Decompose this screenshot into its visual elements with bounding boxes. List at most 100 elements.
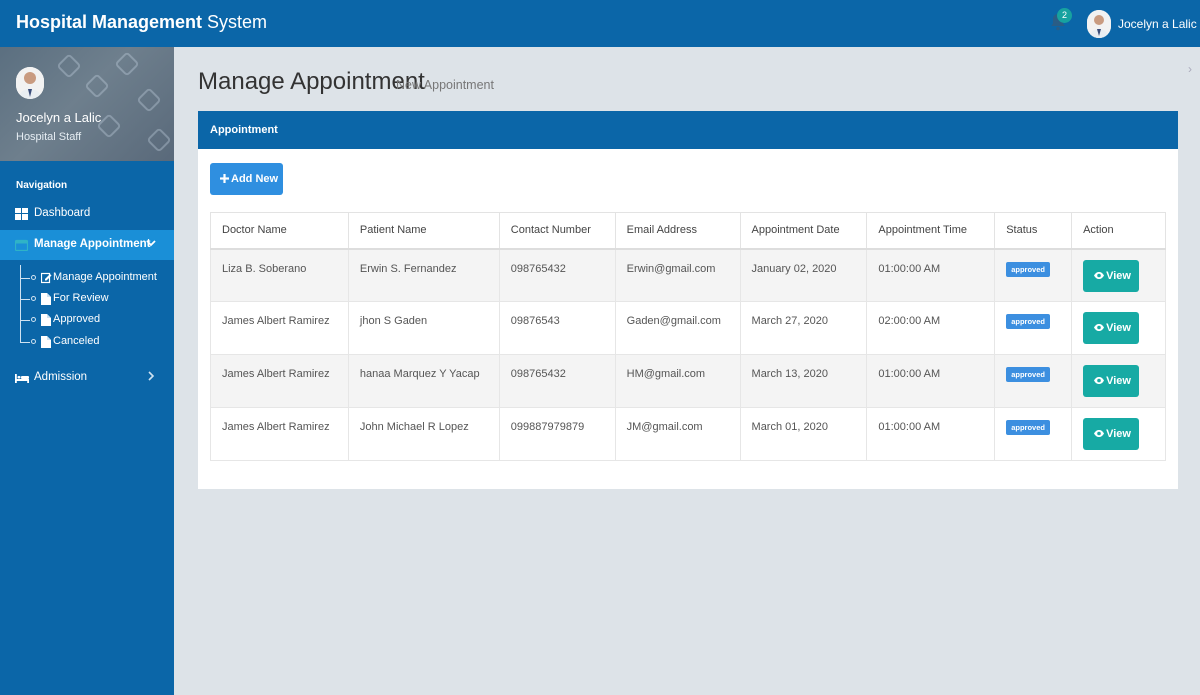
eye-icon — [1094, 323, 1105, 332]
eye-icon — [1094, 271, 1105, 280]
column-header[interactable]: Appointment Time — [866, 212, 996, 250]
collapse-arrow-icon[interactable]: › — [1188, 62, 1192, 76]
email-cell: HM@gmail.com — [614, 354, 741, 408]
panel-header: Appointment — [198, 111, 1178, 149]
sidebar-subitem-for-review[interactable]: For Review — [20, 289, 174, 310]
status-cell: approved — [994, 301, 1073, 355]
status-badge: approved — [1006, 367, 1050, 382]
view-button[interactable]: View — [1083, 312, 1140, 344]
contact-number-cell: 098765432 — [498, 248, 616, 302]
column-header[interactable]: Email Address — [614, 212, 741, 250]
email-cell: Gaden@gmail.com — [614, 301, 741, 355]
appointment-time-cell: 02:00:00 AM — [866, 301, 996, 355]
appointment-date-cell: March 13, 2020 — [739, 354, 868, 408]
status-badge: approved — [1006, 261, 1050, 277]
patient-name-cell: Erwin S. Fernandez — [347, 248, 500, 302]
table-row: James Albert Ramirez hanaa Marquez Y Yac… — [210, 354, 1166, 408]
view-button[interactable]: View — [1083, 259, 1140, 292]
appointment-panel: Appointment Add New Doctor Name Patient … — [198, 111, 1178, 489]
dashboard-icon — [15, 208, 28, 220]
page-title: Manage Appointment — [198, 68, 425, 95]
appointment-date-cell: January 02, 2020 — [739, 248, 868, 302]
column-header: Action — [1071, 212, 1166, 250]
sidebar-subitem-manage-appointment[interactable]: Manage Appointment — [20, 268, 174, 289]
table-header-row: Doctor Name Patient Name Contact Number … — [210, 212, 1166, 250]
status-cell: approved — [994, 407, 1073, 461]
sidebar-subitem-label: Manage Appointment — [53, 271, 157, 283]
profile-card: Jocelyn a Lalic Hospital Staff — [0, 47, 174, 161]
column-header[interactable]: Doctor Name — [210, 212, 349, 250]
edit-icon — [40, 272, 52, 284]
doctor-name-cell: James Albert Ramirez — [210, 354, 349, 408]
column-header[interactable]: Status — [994, 212, 1073, 250]
panel-title: Appointment — [210, 124, 278, 136]
view-button[interactable]: View — [1083, 365, 1140, 397]
contact-number-cell: 099887979879 — [498, 407, 616, 461]
eye-icon — [1094, 429, 1105, 438]
app-title: Hospital Management System — [16, 12, 268, 32]
sidebar-item-admission[interactable]: Admission — [0, 363, 174, 393]
file-icon — [41, 314, 51, 326]
sidebar-item-manage-appointment[interactable]: Manage Appointment — [0, 230, 174, 260]
table-row: James Albert Ramirez John Michael R Lope… — [210, 407, 1166, 461]
sidebar-item-dashboard[interactable]: Dashboard — [0, 199, 174, 229]
action-cell: View — [1071, 407, 1166, 461]
top-navbar: Hospital Management System 2 Jocelyn a L… — [0, 0, 1200, 47]
sidebar-subitem-label: For Review — [53, 292, 109, 304]
status-badge: approved — [1006, 314, 1050, 329]
user-menu-name[interactable]: Jocelyn a Lalic — [1118, 17, 1197, 31]
calendar-icon — [14, 239, 29, 252]
sidebar-subitem-label: Canceled — [53, 335, 100, 347]
email-cell: JM@gmail.com — [614, 407, 741, 461]
action-cell: View — [1071, 248, 1166, 302]
file-icon — [41, 293, 51, 305]
appointments-table: Doctor Name Patient Name Contact Number … — [210, 212, 1166, 461]
appointment-time-cell: 01:00:00 AM — [866, 248, 996, 302]
sidebar-subitem-approved[interactable]: Approved — [20, 310, 174, 331]
patient-name-cell: John Michael R Lopez — [347, 407, 500, 461]
view-button[interactable]: View — [1083, 418, 1140, 450]
appointment-time-cell: 01:00:00 AM — [866, 407, 996, 461]
status-cell: approved — [994, 354, 1073, 408]
sidebar-item-label: Admission — [34, 371, 88, 383]
column-header[interactable]: Appointment Date — [739, 212, 868, 250]
add-new-button[interactable]: Add New — [210, 163, 283, 195]
profile-role: Hospital Staff — [16, 131, 82, 143]
status-badge: approved — [1006, 420, 1050, 435]
sidebar-subitem-label: Approved — [53, 313, 101, 325]
email-cell: Erwin@gmail.com — [614, 248, 741, 302]
sidebar-item-label: Manage Appointment — [34, 238, 151, 250]
appointment-time-cell: 01:00:00 AM — [866, 354, 996, 408]
sidebar: Jocelyn a Lalic Hospital Staff Navigatio… — [0, 47, 174, 695]
profile-avatar — [16, 67, 44, 99]
doctor-name-cell: James Albert Ramirez — [210, 301, 349, 355]
eye-icon — [1094, 376, 1105, 385]
sidebar-subitem-canceled[interactable]: Canceled — [20, 332, 174, 353]
column-header[interactable]: Patient Name — [347, 212, 500, 250]
sidebar-item-label: Dashboard — [34, 207, 91, 219]
table-row: Liza B. Soberano Erwin S. Fernandez 0987… — [210, 248, 1166, 302]
contact-number-cell: 09876543 — [498, 301, 616, 355]
chevron-down-icon — [146, 238, 156, 251]
file-icon — [41, 336, 51, 348]
chevron-right-icon — [146, 371, 156, 384]
column-header[interactable]: Contact Number — [498, 212, 616, 250]
plus-icon — [220, 172, 229, 186]
patient-name-cell: jhon S Gaden — [347, 301, 500, 355]
contact-number-cell: 098765432 — [498, 354, 616, 408]
nav-section-title: Navigation — [16, 180, 68, 191]
action-cell: View — [1071, 354, 1166, 408]
table-row: James Albert Ramirez jhon S Gaden 098765… — [210, 301, 1166, 355]
profile-name: Jocelyn a Lalic — [16, 110, 102, 125]
appointment-date-cell: March 01, 2020 — [739, 407, 868, 461]
status-cell: approved — [994, 248, 1073, 302]
avatar[interactable] — [1087, 10, 1111, 38]
page-subtitle: New Appointment — [396, 78, 494, 92]
doctor-name-cell: Liza B. Soberano — [210, 248, 349, 302]
notification-count-badge: 2 — [1057, 8, 1072, 23]
bed-icon — [15, 372, 29, 384]
appointment-date-cell: March 27, 2020 — [739, 301, 868, 355]
notification-bell-icon[interactable]: 2 — [1049, 8, 1072, 32]
action-cell: View — [1071, 301, 1166, 355]
doctor-name-cell: James Albert Ramirez — [210, 407, 349, 461]
